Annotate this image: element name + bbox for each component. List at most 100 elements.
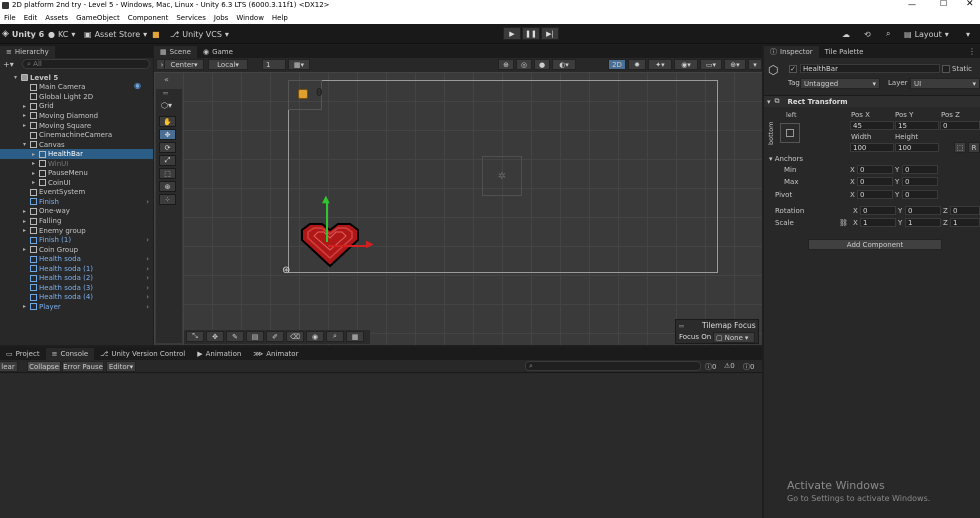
tab-inspector[interactable]: ⓘ Inspector <box>764 46 819 58</box>
tab-console[interactable]: ≡ Console <box>45 348 95 360</box>
fill-icon[interactable]: ◉ <box>306 331 324 342</box>
hierarchy-item[interactable]: EventSystem <box>0 188 153 198</box>
effects-dropdown[interactable]: ✦▾ <box>648 59 672 70</box>
close-icon[interactable]: ✕ <box>966 0 974 9</box>
menu-item-help[interactable]: Help <box>272 14 288 22</box>
static-checkbox[interactable] <box>942 65 950 73</box>
shaded-icon[interactable]: ● <box>534 59 550 70</box>
hierarchy-item[interactable]: ▾ Level 5 <box>0 73 153 83</box>
open-prefab-icon[interactable]: › <box>146 274 149 282</box>
wireframe-icon[interactable]: ◎ <box>516 59 532 70</box>
open-prefab-icon[interactable]: › <box>146 303 149 311</box>
active-checkbox[interactable]: ✓ <box>789 65 797 73</box>
anchor-min-y-field[interactable]: 0 <box>902 165 938 174</box>
2d-mode-toggle[interactable]: 2D <box>608 59 626 70</box>
scale-x-field[interactable]: 1 <box>860 218 896 227</box>
vcs-dropdown[interactable]: ■ <box>152 28 160 40</box>
pos-y-field[interactable]: 15 <box>895 121 939 130</box>
editor-dropdown[interactable]: Editor ▾ <box>106 361 136 372</box>
hierarchy-item[interactable]: ▸ PauseMenu <box>0 169 153 179</box>
step-button[interactable]: ▶| <box>541 27 559 40</box>
console-search-input[interactable]: ⌕ <box>525 361 701 371</box>
pivot-dropdown[interactable]: Center ▾ <box>164 59 204 70</box>
hierarchy-item[interactable]: Finish (1) › <box>0 235 153 245</box>
tab-animation[interactable]: ▶ Animation <box>191 348 247 360</box>
anchor-max-y-field[interactable]: 0 <box>902 177 938 186</box>
open-prefab-icon[interactable]: › <box>146 198 149 206</box>
pivot-y-field[interactable]: 0 <box>902 190 938 199</box>
rotate-tool-icon[interactable]: ⟳ <box>159 142 176 153</box>
raw-edit-button[interactable]: R <box>968 142 980 153</box>
hierarchy-item[interactable]: ▸ Enemy group <box>0 226 153 236</box>
info-count[interactable]: ⓘ0 <box>705 362 716 372</box>
hierarchy-item[interactable]: CinemachineCamera <box>0 130 153 140</box>
maximize-icon[interactable]: ☐ <box>940 0 947 8</box>
tag-dropdown[interactable]: Untagged ▾ <box>800 78 880 89</box>
hierarchy-item[interactable]: ▸ Moving Square <box>0 121 153 131</box>
chevron-right-icon[interactable]: ▸ <box>23 112 30 119</box>
camera-settings-icon[interactable]: ▭▾ <box>700 59 722 70</box>
hierarchy-search-input[interactable]: ⌕ All <box>22 59 150 69</box>
menu-item-assets[interactable]: Assets <box>45 14 68 22</box>
warning-count[interactable]: ⚠0 <box>724 362 735 370</box>
rotation-z-field[interactable]: 0 <box>950 206 980 215</box>
focus-on-dropdown[interactable]: ▢ None ▾ <box>713 332 755 343</box>
layer-dropdown[interactable]: UI ▾ <box>910 78 980 89</box>
move-tool-icon[interactable]: ✥ <box>159 129 176 140</box>
tab-project[interactable]: ▭ Project <box>0 348 46 360</box>
hierarchy-item[interactable]: ▸ HealthBar <box>0 149 153 159</box>
anchor-max-x-field[interactable]: 0 <box>857 177 893 186</box>
paint-brush-icon[interactable]: ✎ <box>226 331 244 342</box>
chevron-right-icon[interactable]: ▸ <box>23 218 30 225</box>
anchor-presets-button[interactable] <box>780 123 800 143</box>
transform-tool-icon[interactable]: ⊛ <box>159 181 176 192</box>
open-prefab-icon[interactable]: › <box>146 265 149 273</box>
tab-hierarchy[interactable]: ≡ Hierarchy <box>0 46 55 58</box>
zoom-icon[interactable]: ⌕ <box>326 331 344 342</box>
grid-icon[interactable]: ▦ <box>346 331 364 342</box>
pivot-x-field[interactable]: 0 <box>857 190 893 199</box>
hierarchy-item[interactable]: Health soda (3) › <box>0 283 153 293</box>
height-field[interactable]: 100 <box>895 143 939 152</box>
box-fill-icon[interactable]: ▤ <box>246 331 264 342</box>
hierarchy-item[interactable]: ▾ Canvas <box>0 140 153 150</box>
hierarchy-item[interactable]: ▸ WinUI <box>0 159 153 169</box>
tools-collapse-icon[interactable]: « <box>164 75 169 84</box>
tab-scene[interactable]: ▦ Scene <box>154 46 197 58</box>
hierarchy-item[interactable]: Health soda (4) › <box>0 293 153 303</box>
open-prefab-icon[interactable]: › <box>146 293 149 301</box>
search-icon[interactable]: ⌕ <box>886 28 890 40</box>
open-prefab-icon[interactable]: › <box>146 284 149 292</box>
overflow-menu-icon[interactable]: ▾ <box>966 28 970 40</box>
render-mode-dropdown[interactable]: ◐▾ <box>552 59 576 70</box>
add-component-button[interactable]: Add Component <box>808 239 942 250</box>
lighting-icon[interactable]: ✹ <box>628 59 646 70</box>
menu-item-component[interactable]: Component <box>128 14 169 22</box>
pos-x-field[interactable]: 45 <box>850 121 894 130</box>
move-tile-icon[interactable]: ✥ <box>206 331 224 342</box>
hierarchy-item[interactable]: Health soda › <box>0 254 153 264</box>
move-gizmo-y-axis[interactable] <box>326 202 328 242</box>
width-field[interactable]: 100 <box>850 143 894 152</box>
constrain-proportions-icon[interactable]: ⛓ <box>839 219 848 227</box>
chevron-right-icon[interactable]: ▸ <box>32 170 39 177</box>
error-count[interactable]: ⓘ0 <box>743 362 754 372</box>
chevron-right-icon[interactable]: ▸ <box>32 151 39 158</box>
minimize-icon[interactable]: — <box>908 0 916 9</box>
scene-overflow-icon[interactable]: ▾ <box>748 59 762 70</box>
space-dropdown[interactable]: Local ▾ <box>208 59 248 70</box>
tab-game[interactable]: ◉ Game <box>197 46 239 58</box>
move-gizmo-x-axis[interactable] <box>328 245 368 247</box>
chevron-right-icon[interactable]: ▸ <box>32 160 39 167</box>
rotation-x-field[interactable]: 0 <box>860 206 896 215</box>
cloud-icon[interactable]: ☁ <box>842 28 850 40</box>
snap-increment-field[interactable]: 1 <box>262 59 286 70</box>
menu-item-window[interactable]: Window <box>236 14 264 22</box>
hierarchy-item[interactable]: ▸ CoinUI <box>0 178 153 188</box>
hierarchy-item[interactable]: Global Light 2D <box>0 92 153 102</box>
hierarchy-item[interactable]: ▸ One-way <box>0 207 153 217</box>
grid-snap-dropdown[interactable]: ▦▾ <box>288 59 310 70</box>
menu-item-services[interactable]: Services <box>176 14 206 22</box>
history-icon[interactable]: ⟲ <box>864 28 871 40</box>
chevron-right-icon[interactable]: ▸ <box>23 227 30 234</box>
